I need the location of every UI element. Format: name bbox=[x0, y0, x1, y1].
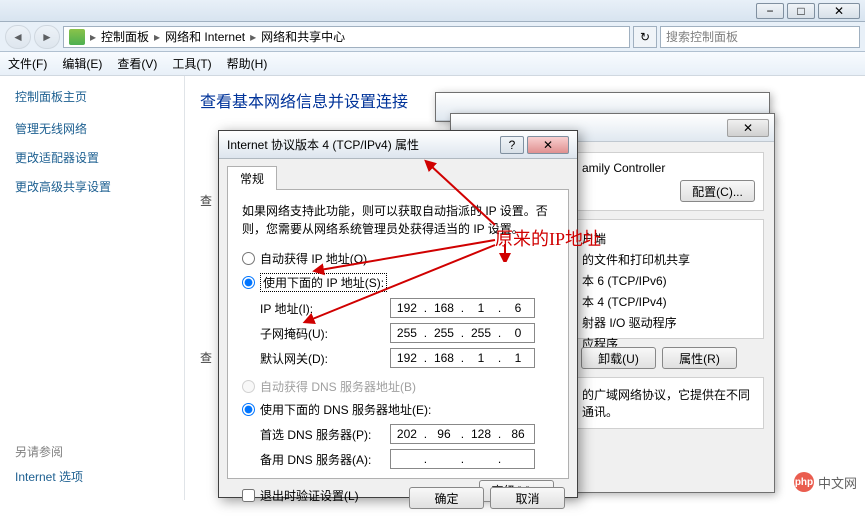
gateway-input[interactable]: 192. 168. 1. 1 bbox=[390, 348, 535, 368]
ipv4-tabs: 常规 bbox=[219, 159, 577, 189]
forward-button[interactable]: ► bbox=[34, 25, 60, 49]
menu-edit[interactable]: 编辑(E) bbox=[62, 55, 102, 72]
menu-help[interactable]: 帮助(H) bbox=[227, 55, 268, 72]
annotation-text: 原来的IP地址 bbox=[495, 225, 601, 251]
breadcrumb-item[interactable]: 网络和共享中心 bbox=[261, 28, 345, 45]
list-item[interactable]: 的文件和打印机共享 bbox=[582, 249, 755, 270]
auto-ip-radio[interactable] bbox=[242, 252, 255, 265]
dns1-field-row: 首选 DNS 服务器(P): 202. 96. 128. 86 bbox=[242, 424, 554, 444]
desc-text: 的广域网络协议，它提供在不同 bbox=[582, 386, 755, 403]
breadcrumb-item[interactable]: 网络和 Internet bbox=[165, 28, 245, 45]
sidebar-internet-options[interactable]: Internet 选项 bbox=[15, 468, 83, 485]
ipv4-titlebar[interactable]: Internet 协议版本 4 (TCP/IPv4) 属性 ? ✕ bbox=[219, 131, 577, 159]
control-panel-icon bbox=[69, 29, 85, 45]
manual-dns-radio[interactable] bbox=[242, 403, 255, 416]
properties-button[interactable]: 属性(R) bbox=[662, 347, 737, 369]
dns2-field-row: 备用 DNS 服务器(A): . . . bbox=[242, 449, 554, 469]
watermark-logo: php bbox=[794, 472, 814, 492]
mask-label: 子网掩码(U): bbox=[260, 325, 390, 342]
breadcrumb[interactable]: ▸ 控制面板 ▸ 网络和 Internet ▸ 网络和共享中心 bbox=[63, 26, 630, 48]
search-input[interactable]: 搜索控制面板 bbox=[660, 26, 860, 48]
maximize-button[interactable]: □ bbox=[787, 3, 815, 19]
dns2-label: 备用 DNS 服务器(A): bbox=[260, 451, 390, 468]
controller-name: amily Controller bbox=[582, 161, 755, 175]
minimize-button[interactable]: − bbox=[756, 3, 784, 19]
menu-tools[interactable]: 工具(T) bbox=[172, 55, 211, 72]
help-button[interactable]: ? bbox=[500, 136, 524, 154]
gateway-field-row: 默认网关(D): 192. 168. 1. 1 bbox=[242, 348, 554, 368]
address-bar: ◄ ► ▸ 控制面板 ▸ 网络和 Internet ▸ 网络和共享中心 ↻ 搜索… bbox=[0, 22, 865, 52]
ip-field-row: IP 地址(I): 192. 168. 1. 6 bbox=[242, 298, 554, 318]
sidebar-item-sharing[interactable]: 更改高级共享设置 bbox=[15, 178, 169, 195]
bg-close-button[interactable]: ✕ bbox=[727, 119, 769, 137]
menu-bar: 文件(F) 编辑(E) 查看(V) 工具(T) 帮助(H) bbox=[0, 52, 865, 76]
ip-label: IP 地址(I): bbox=[260, 300, 390, 317]
menu-view[interactable]: 查看(V) bbox=[117, 55, 157, 72]
validate-checkbox-row[interactable]: 退出时验证设置(L) bbox=[242, 487, 359, 504]
dns1-label: 首选 DNS 服务器(P): bbox=[260, 426, 390, 443]
desc-text2: 通讯。 bbox=[582, 403, 755, 420]
ipv4-title-text: Internet 协议版本 4 (TCP/IPv4) 属性 bbox=[227, 136, 419, 153]
list-item[interactable]: 射器 I/O 驱动程序 bbox=[582, 312, 755, 333]
watermark: php 中文网 bbox=[794, 472, 857, 492]
sidebar-item-wireless[interactable]: 管理无线网络 bbox=[15, 120, 169, 137]
list-item[interactable]: 本 6 (TCP/IPv6) bbox=[582, 270, 755, 291]
ipv4-properties-dialog: Internet 协议版本 4 (TCP/IPv4) 属性 ? ✕ 常规 如果网… bbox=[218, 130, 578, 498]
ok-button[interactable]: 确定 bbox=[409, 487, 484, 509]
watermark-text: 中文网 bbox=[818, 473, 857, 492]
dns1-input[interactable]: 202. 96. 128. 86 bbox=[390, 424, 535, 444]
auto-dns-radio bbox=[242, 380, 255, 393]
sidebar: 控制面板主页 管理无线网络 更改适配器设置 更改高级共享设置 另请参阅 Inte… bbox=[0, 76, 185, 500]
menu-file[interactable]: 文件(F) bbox=[8, 55, 47, 72]
cancel-button[interactable]: 取消 bbox=[490, 487, 565, 509]
list-item[interactable]: 户端 bbox=[582, 228, 755, 249]
sidebar-title[interactable]: 控制面板主页 bbox=[15, 88, 169, 105]
list-item[interactable]: 本 4 (TCP/IPv4) bbox=[582, 291, 755, 312]
auto-dns-radio-row: 自动获得 DNS 服务器地址(B) bbox=[242, 378, 554, 395]
ip-address-input[interactable]: 192. 168. 1. 6 bbox=[390, 298, 535, 318]
manual-dns-radio-row[interactable]: 使用下面的 DNS 服务器地址(E): bbox=[242, 401, 554, 418]
dns2-input[interactable]: . . . bbox=[390, 449, 535, 469]
uninstall-button[interactable]: 卸载(U) bbox=[581, 347, 656, 369]
manual-ip-radio[interactable] bbox=[242, 276, 255, 289]
back-button[interactable]: ◄ bbox=[5, 25, 31, 49]
configure-button[interactable]: 配置(C)... bbox=[680, 180, 755, 202]
refresh-button[interactable]: ↻ bbox=[633, 26, 657, 48]
breadcrumb-item[interactable]: 控制面板 bbox=[101, 28, 149, 45]
ipv4-close-button[interactable]: ✕ bbox=[527, 136, 569, 154]
close-button[interactable]: ✕ bbox=[818, 3, 860, 19]
validate-checkbox[interactable] bbox=[242, 489, 255, 502]
mask-field-row: 子网掩码(U): 255. 255. 255. 0 bbox=[242, 323, 554, 343]
tab-general[interactable]: 常规 bbox=[227, 166, 277, 190]
subnet-mask-input[interactable]: 255. 255. 255. 0 bbox=[390, 323, 535, 343]
manual-ip-radio-row[interactable]: 使用下面的 IP 地址(S): bbox=[242, 273, 554, 292]
gateway-label: 默认网关(D): bbox=[260, 350, 390, 367]
auto-ip-radio-row[interactable]: 自动获得 IP 地址(O) bbox=[242, 250, 554, 267]
window-titlebar: − □ ✕ bbox=[0, 0, 865, 22]
sidebar-seealso: 另请参阅 Internet 选项 bbox=[15, 443, 83, 485]
sidebar-item-adapter[interactable]: 更改适配器设置 bbox=[15, 149, 169, 166]
